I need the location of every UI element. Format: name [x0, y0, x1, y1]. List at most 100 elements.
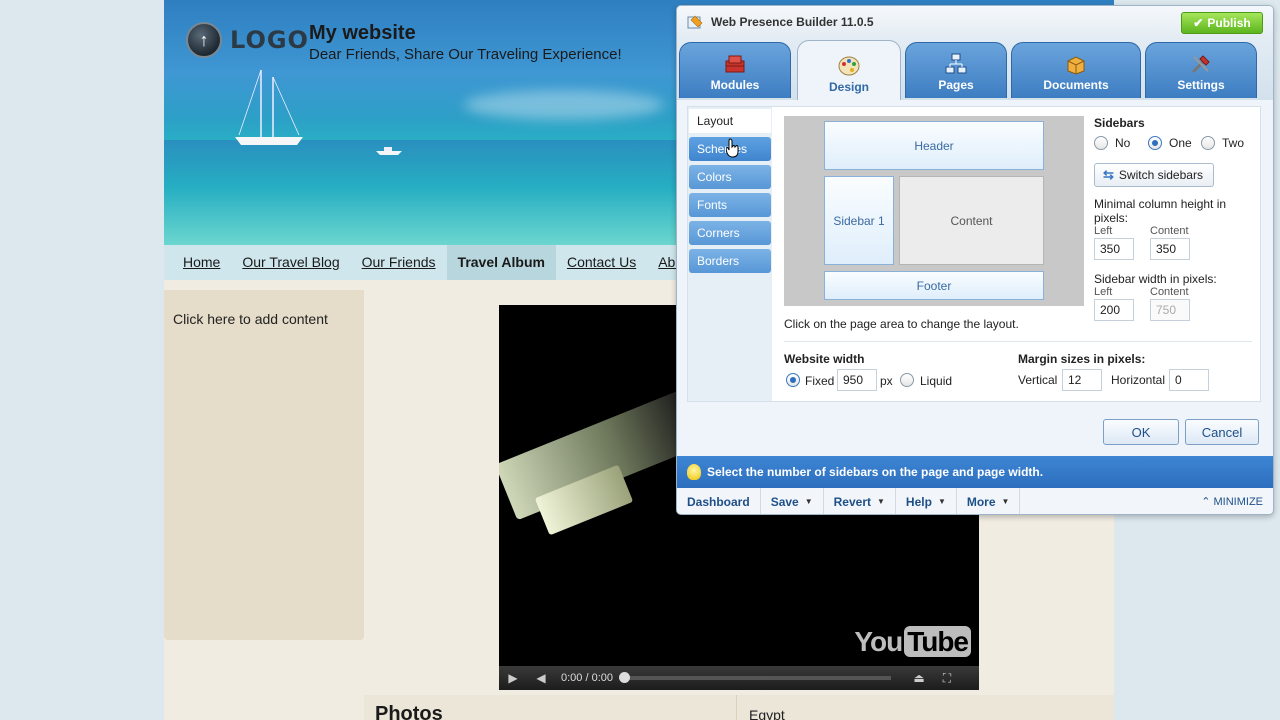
margin-vertical-label: Vertical: [1018, 373, 1058, 387]
min-height-left-input[interactable]: [1094, 238, 1134, 260]
photos-heading: Photos: [364, 695, 737, 720]
lightbulb-icon: [687, 464, 701, 480]
website-width-input[interactable]: [837, 369, 877, 391]
sidebar-width-left-input[interactable]: [1094, 299, 1134, 321]
modules-icon: [725, 55, 745, 73]
tab-label: Documents: [1043, 78, 1109, 92]
play-icon[interactable]: ▶: [499, 671, 527, 685]
width-fixed-radio[interactable]: [786, 373, 800, 387]
tab-label: Pages: [938, 78, 974, 92]
tab-label: Settings: [1177, 78, 1225, 92]
width-liquid-radio[interactable]: [900, 373, 914, 387]
min-height-left-label: Left: [1094, 225, 1113, 237]
site-title[interactable]: My website: [309, 22, 416, 45]
switch-sidebars-label: Switch sidebars: [1118, 168, 1203, 182]
width-unit: px: [880, 374, 893, 388]
width-liquid-label[interactable]: Liquid: [920, 374, 952, 388]
cancel-button[interactable]: Cancel: [1185, 419, 1259, 445]
save-menu[interactable]: Save ▼: [761, 488, 824, 514]
margin-horizontal-input[interactable]: [1169, 369, 1209, 391]
margin-horizontal-label: Horizontal: [1111, 373, 1166, 387]
app-icon: [687, 15, 703, 29]
dropdown-arrow-icon[interactable]: ▼: [1002, 488, 1010, 514]
ok-button[interactable]: OK: [1103, 419, 1179, 445]
panel-titlebar[interactable]: Web Presence Builder 11.0.5 ✔ Publish: [677, 6, 1273, 38]
bottom-toolbar: Dashboard Save ▼ Revert ▼ Help ▼ More ▼ ⌃ MI…: [677, 488, 1273, 514]
margin-vertical-input[interactable]: [1062, 369, 1102, 391]
revert-menu[interactable]: Revert ▼: [824, 488, 896, 514]
layout-sidebar-area[interactable]: Sidebar 1: [824, 176, 894, 265]
min-height-heading: Minimal column height in pixels:: [1094, 197, 1227, 225]
side-item-borders[interactable]: Borders: [689, 249, 771, 273]
nav-travel-blog[interactable]: Our Travel Blog: [231, 245, 350, 280]
minimize-button[interactable]: ⌃ MINIMIZE: [1201, 488, 1264, 514]
publish-label: Publish: [1207, 16, 1251, 30]
chevron-up-icon: ⌃: [1201, 496, 1211, 508]
nav-home[interactable]: Home: [172, 245, 231, 280]
more-menu[interactable]: More ▼: [957, 488, 1021, 514]
nav-travel-album[interactable]: Travel Album: [446, 245, 556, 280]
info-text: Select the number of sidebars on the pag…: [707, 465, 1044, 479]
video-controls: ▶ ◀ 0:00 / 0:00 ⏏ ⛶: [499, 666, 979, 690]
video-time: 0:00 / 0:00: [561, 672, 613, 684]
website-width-heading: Website width: [784, 352, 865, 366]
dashboard-link[interactable]: Dashboard: [677, 488, 761, 514]
help-menu[interactable]: Help ▼: [896, 488, 957, 514]
nav-friends[interactable]: Our Friends: [351, 245, 447, 280]
youtube-logo[interactable]: You Tube: [854, 626, 971, 658]
sidebars-two-radio[interactable]: [1201, 136, 1215, 150]
photo-caption: Egypt: [749, 707, 785, 720]
dashboard-label: Dashboard: [687, 495, 750, 509]
layout-footer-area[interactable]: Footer: [824, 271, 1044, 300]
left-sidebar[interactable]: Click here to add content: [164, 290, 364, 640]
tab-settings[interactable]: Settings: [1145, 42, 1257, 98]
side-item-colors[interactable]: Colors: [689, 165, 771, 189]
help-label: Help: [905, 495, 932, 509]
switch-sidebars-button[interactable]: ⇆ Switch sidebars: [1094, 163, 1214, 187]
layout-header-area[interactable]: Header: [824, 121, 1044, 170]
dropdown-arrow-icon[interactable]: ▼: [938, 488, 946, 514]
documents-icon: [1067, 56, 1085, 75]
tab-documents[interactable]: Documents: [1011, 42, 1141, 98]
volume-icon[interactable]: ◀: [527, 671, 555, 685]
sidebars-one-label[interactable]: One: [1169, 136, 1192, 150]
width-fixed-label[interactable]: Fixed: [805, 374, 834, 388]
dropdown-arrow-icon[interactable]: ▼: [877, 488, 885, 514]
min-height-content-label: Content: [1150, 225, 1189, 237]
tab-pages[interactable]: Pages: [905, 42, 1007, 98]
add-content-placeholder[interactable]: Click here to add content: [173, 311, 328, 327]
builder-panel: Web Presence Builder 11.0.5 ✔ Publish Mo…: [676, 5, 1274, 515]
fullscreen-icon[interactable]: ⛶: [933, 671, 961, 686]
sailboat-image: [235, 69, 303, 145]
revert-label: Revert: [833, 495, 871, 509]
sidebar-width-left-label: Left: [1094, 286, 1113, 298]
minimize-label: MINIMIZE: [1213, 496, 1264, 508]
publish-button[interactable]: ✔ Publish: [1181, 12, 1263, 34]
tab-label: Design: [828, 80, 869, 94]
site-logo[interactable]: ↑ LOGO: [186, 22, 309, 58]
video-scrubber[interactable]: [619, 672, 630, 683]
info-bar: Select the number of sidebars on the pag…: [677, 456, 1273, 488]
side-item-fonts[interactable]: Fonts: [689, 193, 771, 217]
main-tabs: Modules Design Pages Documents Settings: [677, 38, 1273, 100]
layout-hint: Click on the page area to change the lay…: [784, 317, 1019, 331]
sidebars-one-radio[interactable]: [1148, 136, 1162, 150]
tab-design[interactable]: Design: [797, 40, 901, 100]
side-item-corners[interactable]: Corners: [689, 221, 771, 245]
sidebars-no-label[interactable]: No: [1115, 136, 1130, 150]
dropdown-arrow-icon[interactable]: ▼: [805, 488, 813, 514]
side-item-layout[interactable]: Layout: [689, 109, 771, 133]
sidebars-no-radio[interactable]: [1094, 136, 1108, 150]
logo-text: LOGO: [230, 26, 309, 54]
nav-contact[interactable]: Contact Us: [556, 245, 647, 280]
eject-icon[interactable]: ⏏: [905, 671, 933, 685]
sidebar-width-content-input: [1150, 299, 1190, 321]
tab-modules[interactable]: Modules: [679, 42, 791, 98]
site-slogan[interactable]: Dear Friends, Share Our Traveling Experi…: [309, 46, 622, 63]
layout-content-area[interactable]: Content: [899, 176, 1044, 265]
save-label: Save: [770, 495, 799, 509]
layout-preview: Header Sidebar 1 Content Footer: [784, 116, 1084, 306]
min-height-content-input[interactable]: [1150, 238, 1190, 260]
video-progress-bar[interactable]: [619, 672, 891, 683]
sidebars-two-label[interactable]: Two: [1222, 136, 1244, 150]
